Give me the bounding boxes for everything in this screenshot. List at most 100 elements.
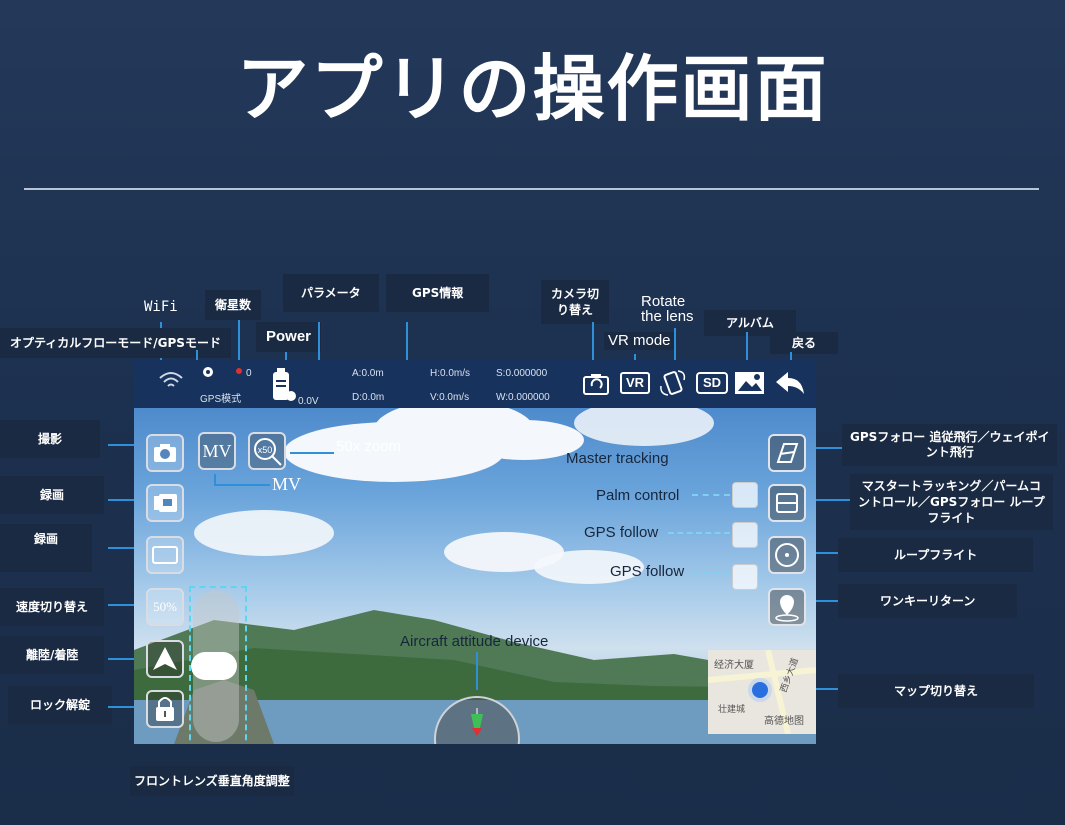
shoot-callout: 撮影	[0, 420, 101, 458]
back-callout: 戻る	[770, 332, 839, 354]
rotate-lens-callout: Rotate the lens	[641, 294, 694, 324]
camera-switch-callout: カメラ切 り替え	[541, 280, 610, 324]
rotate-line2: the lens	[641, 308, 694, 325]
rotate-lens-icon[interactable]	[658, 370, 688, 396]
vr-mode-callout: VR mode	[604, 332, 675, 350]
album-icon[interactable]	[734, 370, 764, 396]
one-key-return-button[interactable]	[768, 588, 806, 626]
rotate-line1: Rotate	[641, 293, 686, 310]
record2-callout: 録画	[0, 524, 93, 572]
gps-mode-label: GPS模式	[200, 394, 242, 405]
vr-mode-button[interactable]: VR	[620, 372, 650, 394]
magnifier-icon: x50	[254, 438, 282, 466]
parameters-callout: パラメータ	[283, 274, 379, 312]
attitude-indicator	[434, 696, 520, 744]
palm-control-annotation: Palm control	[596, 487, 680, 504]
gps-follow-right-callout: GPSフォロー 追従飛行／ウェイポイ ント飛行	[842, 424, 1058, 466]
drone-icon	[776, 493, 798, 513]
satellite-count: 0	[246, 368, 252, 379]
mv-connector-h	[214, 484, 270, 486]
map-label-4: 高德地图	[764, 714, 804, 727]
gps-mode-icon	[203, 367, 213, 377]
home-pin-icon	[775, 595, 799, 622]
zoom-button[interactable]: x50	[248, 432, 286, 470]
record-mode-button[interactable]	[146, 536, 184, 574]
map-switch-callout: マップ切り替え	[838, 674, 1035, 708]
w-coord-value: W:0.000000	[496, 392, 550, 403]
camera-switch-line2: り替え	[557, 303, 594, 317]
voltage-value: 0.0V	[298, 396, 319, 407]
speed-button[interactable]: 50%	[146, 588, 184, 626]
gps-follow-button[interactable]	[768, 434, 806, 472]
loop-flight-button[interactable]	[768, 536, 806, 574]
loop-flight-callout: ループフライト	[838, 538, 1034, 572]
battery-icon	[273, 368, 296, 401]
master-tracking-annotation: Master tracking	[566, 450, 669, 467]
title-divider	[24, 188, 1039, 190]
gps-follow-dash-2	[694, 571, 730, 573]
map-label-3: 壮建城	[718, 703, 745, 715]
gps-follow-icon-2[interactable]	[732, 564, 758, 590]
master-tracking-button[interactable]	[768, 484, 806, 522]
gps-follow-dash-1	[668, 532, 730, 534]
map-graphic: 经济大厦 西乡大道 壮建城 高德地图	[707, 649, 816, 735]
camera-switch-icon[interactable]	[582, 372, 612, 398]
master-right-line3: フライト	[927, 511, 976, 525]
lock-icon	[156, 697, 174, 721]
altitude-value: A:0.0m	[352, 368, 384, 379]
app-screen: 0 GPS模式 0.0V A:0.0m D:0.0m H:0.0m/s V:0.…	[134, 360, 816, 744]
wifi-callout: WiFi	[144, 299, 178, 315]
record-button[interactable]	[146, 484, 184, 522]
master-right-callout: マスタートラッキング／パームコ ントロール／GPSフォロー ループ フライト	[850, 474, 1053, 530]
gps-follow-right-line1: GPSフォロー 追従飛行／ウェイポイ	[850, 430, 1050, 444]
camera-icon	[154, 444, 176, 462]
h-speed-value: H:0.0m/s	[430, 368, 471, 379]
mv-button[interactable]: MV	[198, 432, 236, 470]
zoom-label: x50	[258, 445, 273, 455]
master-right-line2: ントロール／GPSフォロー ループ	[858, 495, 1045, 509]
attitude-annotation: Aircraft attitude device	[400, 633, 549, 650]
video-icon	[154, 494, 177, 512]
takeoff-arrow-icon	[153, 647, 177, 670]
lens-angle-highlight	[189, 586, 247, 744]
back-arrow-icon[interactable]	[774, 370, 804, 396]
takeoff-button[interactable]	[146, 640, 184, 678]
map-label-1: 经济大厦	[714, 658, 754, 671]
mini-map[interactable]: 经济大厦 西乡大道 壮建城 高德地图	[707, 649, 816, 735]
zoom-annotation: 50x zoom	[336, 438, 402, 455]
gps-follow-right-line2: ント飛行	[925, 445, 974, 459]
lens-angle-callout: フロントレンズ垂直角度調整	[130, 766, 294, 796]
v-speed-value: V:0.0m/s	[430, 392, 470, 403]
attitude-connector	[476, 652, 478, 690]
sd-card-button[interactable]: SD	[696, 372, 728, 394]
palm-control-icon[interactable]	[732, 482, 758, 508]
loop-icon	[775, 543, 799, 567]
attitude-needle-icon	[471, 708, 483, 736]
master-right-line1: マスタートラッキング／パームコ	[861, 479, 1042, 493]
wifi-icon	[159, 372, 183, 387]
gps-info-callout: GPS情報	[386, 274, 490, 312]
satellite-icon	[236, 368, 242, 374]
one-key-return-callout: ワンキーリターン	[838, 584, 1018, 618]
palm-control-dash	[692, 494, 730, 496]
cloud	[194, 510, 334, 556]
unlock-callout: ロック解錠	[8, 686, 113, 724]
record1-callout: 録画	[0, 476, 105, 514]
takeoff-callout: 離陸/着陸	[0, 636, 105, 674]
gps-follow-annotation-2: GPS follow	[610, 563, 685, 580]
gps-follow-annotation-1: GPS follow	[584, 524, 659, 541]
speed-callout: 速度切り替え	[0, 588, 105, 626]
screen-icon	[152, 546, 178, 564]
camera-switch-line1: カメラ切	[551, 287, 600, 301]
status-bar: 0 GPS模式 0.0V A:0.0m D:0.0m H:0.0m/s V:0.…	[134, 360, 816, 408]
waypoint-icon	[776, 443, 799, 463]
mv-annotation: MV	[272, 474, 302, 494]
zoom-connector	[290, 452, 334, 454]
s-coord-value: S:0.000000	[496, 368, 548, 379]
gps-follow-icon[interactable]	[732, 522, 758, 548]
power-callout: Power	[256, 322, 322, 352]
satellites-callout: 衛星数	[205, 290, 262, 320]
shoot-button[interactable]	[146, 434, 184, 472]
page-title: アプリの操作画面	[236, 47, 829, 131]
unlock-button[interactable]	[146, 690, 184, 728]
